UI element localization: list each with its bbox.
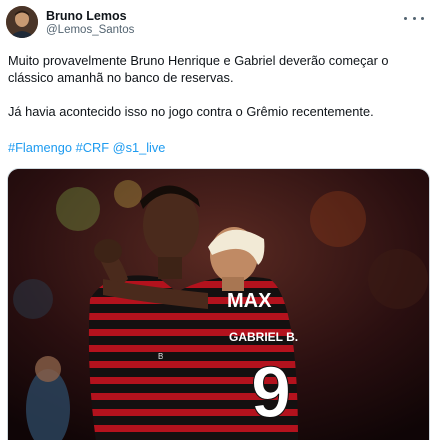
hashtag-links: #Flamengo #CRF @s1_live: [8, 140, 165, 155]
tweet-card[interactable]: Bruno Lemos @Lemos_Santos Muito provavel…: [0, 0, 436, 440]
mention-link-s1-live[interactable]: @s1_live: [113, 140, 166, 155]
author-handle[interactable]: @Lemos_Santos: [46, 24, 134, 36]
hashtag-link-flamengo[interactable]: #Flamengo: [8, 140, 72, 155]
hashtag-link-crf[interactable]: #CRF: [76, 140, 109, 155]
tweet-text-line: Já havia acontecido isso no jogo contra …: [8, 104, 374, 119]
avatar[interactable]: [6, 6, 38, 38]
more-options-icon[interactable]: [404, 12, 424, 24]
players-photo: Banco MAX GABRIEL B. 9: [8, 169, 429, 440]
tweet-text: Muito provavelmente Bruno Henrique e Gab…: [8, 52, 428, 120]
tweet-text-line: Muito provavelmente Bruno Henrique e Gab…: [8, 53, 389, 85]
avatar-image: [6, 6, 38, 38]
shirt-sponsor: MAX: [227, 290, 272, 312]
shirt-name: GABRIEL B.: [229, 330, 298, 344]
shirt-number: 9: [251, 353, 291, 433]
tweet-media-photo[interactable]: Banco MAX GABRIEL B. 9: [7, 168, 430, 440]
author-display-name[interactable]: Bruno Lemos: [46, 9, 127, 23]
